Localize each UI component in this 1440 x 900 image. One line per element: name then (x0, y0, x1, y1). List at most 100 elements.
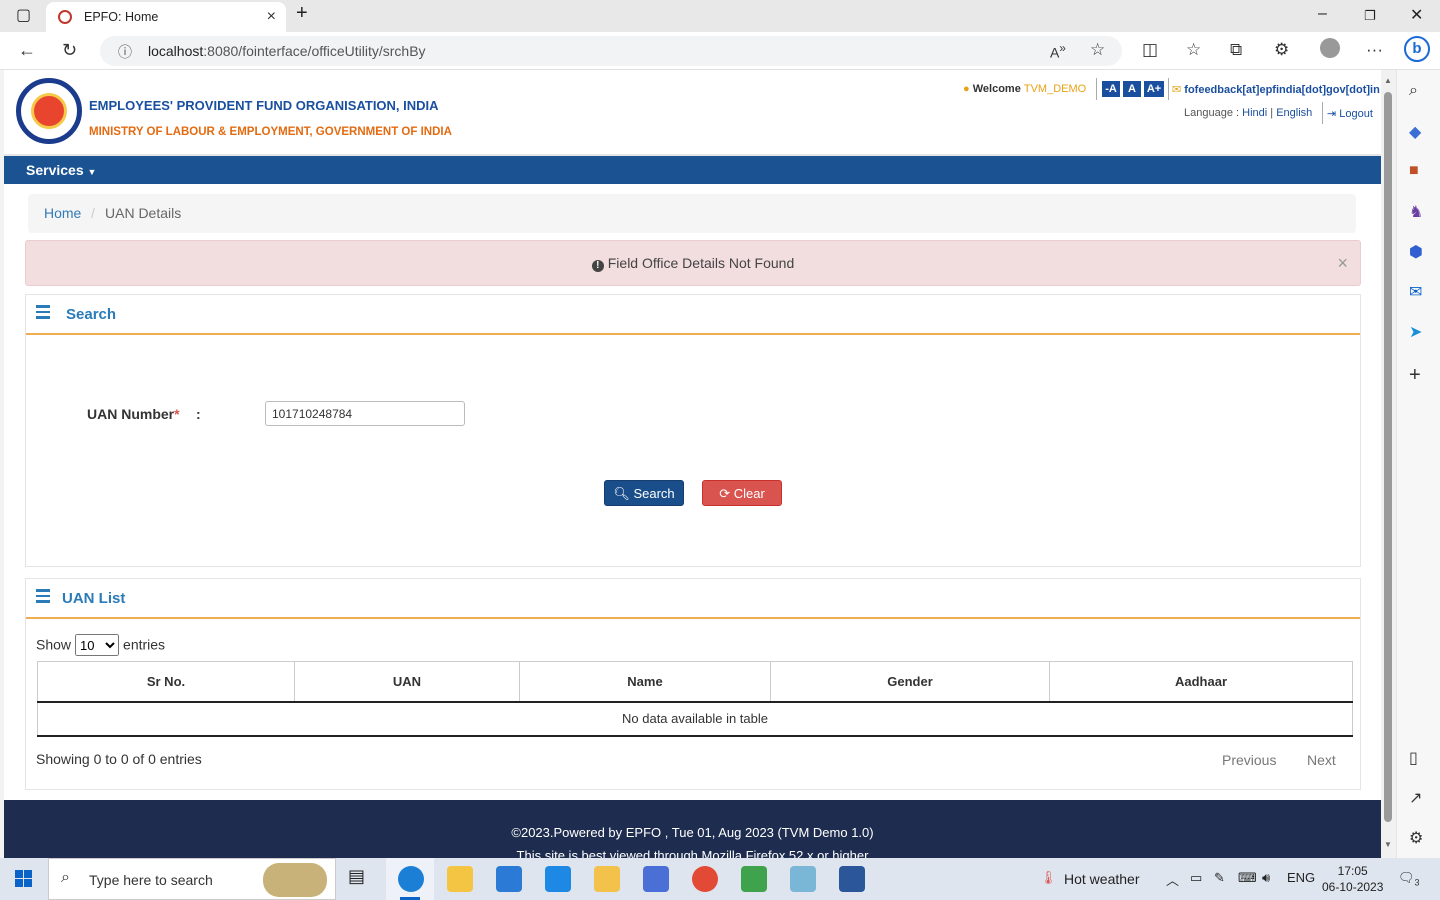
clear-button[interactable]: ⟳ Clear (702, 480, 782, 506)
logout-link[interactable]: ⇥ Logout (1327, 107, 1373, 120)
extensions-icon[interactable]: ⚙ (1274, 40, 1289, 60)
url-text: localhost:8080/fointerface/officeUtility… (148, 43, 426, 59)
close-window-icon[interactable]: ✕ (1410, 5, 1423, 25)
lang-hindi-link[interactable]: Hindi (1242, 107, 1267, 119)
browser-tab-bar: ▢ EPFO: Home × + – ❐ ✕ (0, 0, 1440, 32)
web-page: EMPLOYEES' PROVIDENT FUND ORGANISATION, … (4, 70, 1381, 858)
network-icon[interactable]: ⌨ (1238, 870, 1257, 886)
logout-icon: ⇥ (1327, 108, 1337, 120)
external-link-icon[interactable]: ↗ (1409, 788, 1422, 808)
feedback-email[interactable]: ✉ fofeedback[at]epfindia[dot]gov[dot]in (1172, 83, 1380, 96)
language-selector: Language : Hindi | English (1184, 107, 1313, 119)
divider (1168, 78, 1169, 100)
uan-table: Sr No. UAN Name Gender Aadhaar No data a… (37, 661, 1353, 737)
settings-gear-icon[interactable]: ⚙ (1409, 828, 1423, 848)
column-header[interactable]: UAN (294, 661, 520, 703)
clock[interactable]: 17:05 06-10-2023 (1322, 863, 1383, 895)
refresh-icon[interactable]: ↻ (62, 40, 77, 61)
weather-text[interactable]: Hot weather (1064, 871, 1139, 887)
column-header[interactable]: Sr No. (37, 661, 295, 703)
sidebar-toggle-icon[interactable]: ▯ (1409, 748, 1418, 768)
previous-page-button[interactable]: Previous (1222, 752, 1276, 768)
favorites-icon[interactable]: ☆ (1186, 40, 1201, 60)
games-icon[interactable]: ♞ (1409, 202, 1423, 222)
user-icon: ● (963, 83, 970, 95)
scrollbar-thumb[interactable] (1384, 92, 1392, 822)
file-explorer-icon[interactable] (447, 866, 473, 892)
favorite-star-icon[interactable]: ☆ (1090, 40, 1105, 60)
outlook-icon[interactable]: ✉ (1409, 282, 1422, 302)
table-info: Showing 0 to 0 of 0 entries (36, 751, 202, 767)
language-indicator[interactable]: ENG (1287, 870, 1315, 885)
footer-browser-note: This site is best viewed through Mozilla… (516, 848, 869, 858)
microsoft365-icon[interactable]: ⬢ (1409, 242, 1423, 262)
breadcrumb-home[interactable]: Home (44, 205, 81, 221)
browser-tab[interactable]: EPFO: Home × (46, 2, 286, 32)
epfo-favicon-icon (58, 10, 72, 24)
taskbar-search[interactable]: ⌕ Type here to search (48, 858, 336, 900)
address-bar-row: ← ↻ ⓘ localhost:8080/fointerface/officeU… (0, 32, 1440, 70)
page-footer: ©2023.Powered by EPFO , Tue 01, Aug 2023… (4, 800, 1381, 858)
search-button[interactable]: 🔍︎ Search (604, 480, 684, 506)
entries-select[interactable]: 10 (75, 634, 120, 656)
site-info-icon[interactable]: ⓘ (118, 42, 132, 62)
error-alert: ! Field Office Details Not Found × (25, 240, 1361, 286)
media-icon[interactable] (741, 866, 767, 892)
page-scrollbar[interactable]: ▲ ▼ (1381, 70, 1396, 858)
font-normal-button[interactable]: A (1123, 81, 1141, 97)
back-icon[interactable]: ← (18, 40, 36, 61)
minimize-icon[interactable]: – (1318, 5, 1327, 23)
page-length-control: Show 10 entries (36, 634, 165, 656)
restore-icon[interactable]: ❐ (1364, 8, 1376, 24)
next-page-button[interactable]: Next (1307, 752, 1336, 768)
exclamation-circle-icon: ! (591, 260, 604, 272)
font-increase-button[interactable]: A+ (1144, 81, 1164, 97)
task-view-icon[interactable]: ▤ (348, 866, 374, 892)
new-tab-icon[interactable]: + (296, 2, 308, 25)
microsoft-store-icon[interactable] (496, 866, 522, 892)
chrome-icon[interactable] (692, 866, 718, 892)
edge-browser-icon[interactable] (398, 866, 424, 892)
notification-icon[interactable]: 🗨︎3 (1398, 870, 1420, 888)
services-menu[interactable]: Services ▼ (26, 162, 96, 178)
notepad-icon[interactable] (790, 866, 816, 892)
font-decrease-button[interactable]: -A (1102, 81, 1120, 97)
hamburger-icon (36, 305, 50, 319)
mail-icon[interactable] (545, 866, 571, 892)
collections-icon[interactable]: ⧉ (1230, 40, 1242, 60)
column-header[interactable]: Name (519, 661, 771, 703)
app-cube-icon[interactable] (643, 866, 669, 892)
bing-copilot-icon[interactable]: b (1404, 36, 1430, 62)
read-aloud-icon[interactable]: A» (1050, 42, 1066, 61)
word-icon[interactable] (839, 866, 865, 892)
uan-label: UAN Number* (87, 406, 180, 422)
divider (1322, 102, 1323, 124)
close-tab-icon[interactable]: × (267, 8, 276, 26)
add-icon[interactable]: + (1409, 364, 1421, 387)
column-header[interactable]: Gender (770, 661, 1050, 703)
more-menu-icon[interactable]: ··· (1366, 40, 1383, 60)
shopping-tag-icon[interactable]: ◆ (1409, 122, 1421, 142)
pen-icon[interactable]: ✎ (1214, 870, 1225, 886)
url-field[interactable]: ⓘ localhost:8080/fointerface/officeUtili… (100, 36, 1122, 66)
search-icon[interactable]: ⌕ (1409, 82, 1418, 100)
profile-avatar[interactable] (1320, 38, 1340, 58)
hamburger-icon (36, 589, 50, 603)
send-icon[interactable]: ➤ (1409, 322, 1422, 342)
split-screen-icon[interactable]: ◫ (1142, 40, 1158, 60)
tab-actions-icon[interactable]: ▢ (16, 5, 31, 25)
column-header[interactable]: Aadhaar (1049, 661, 1353, 703)
main-navbar: Services ▼ (4, 154, 1381, 184)
lang-english-link[interactable]: English (1276, 107, 1312, 119)
footer-copyright: ©2023.Powered by EPFO , Tue 01, Aug 2023… (511, 825, 874, 840)
show-hidden-icons[interactable]: ︿ (1166, 870, 1179, 889)
battery-icon[interactable]: ▭ (1190, 870, 1202, 886)
tools-icon[interactable]: ■ (1409, 162, 1419, 180)
uan-input[interactable] (265, 401, 465, 426)
volume-icon[interactable]: 🔊︎ (1262, 870, 1270, 886)
scroll-down-icon[interactable]: ▼ (1384, 840, 1392, 849)
panel-header: Search (26, 295, 1360, 335)
alert-close-button[interactable]: × (1337, 253, 1348, 274)
scroll-up-icon[interactable]: ▲ (1384, 76, 1392, 85)
sticky-notes-icon[interactable] (594, 866, 620, 892)
